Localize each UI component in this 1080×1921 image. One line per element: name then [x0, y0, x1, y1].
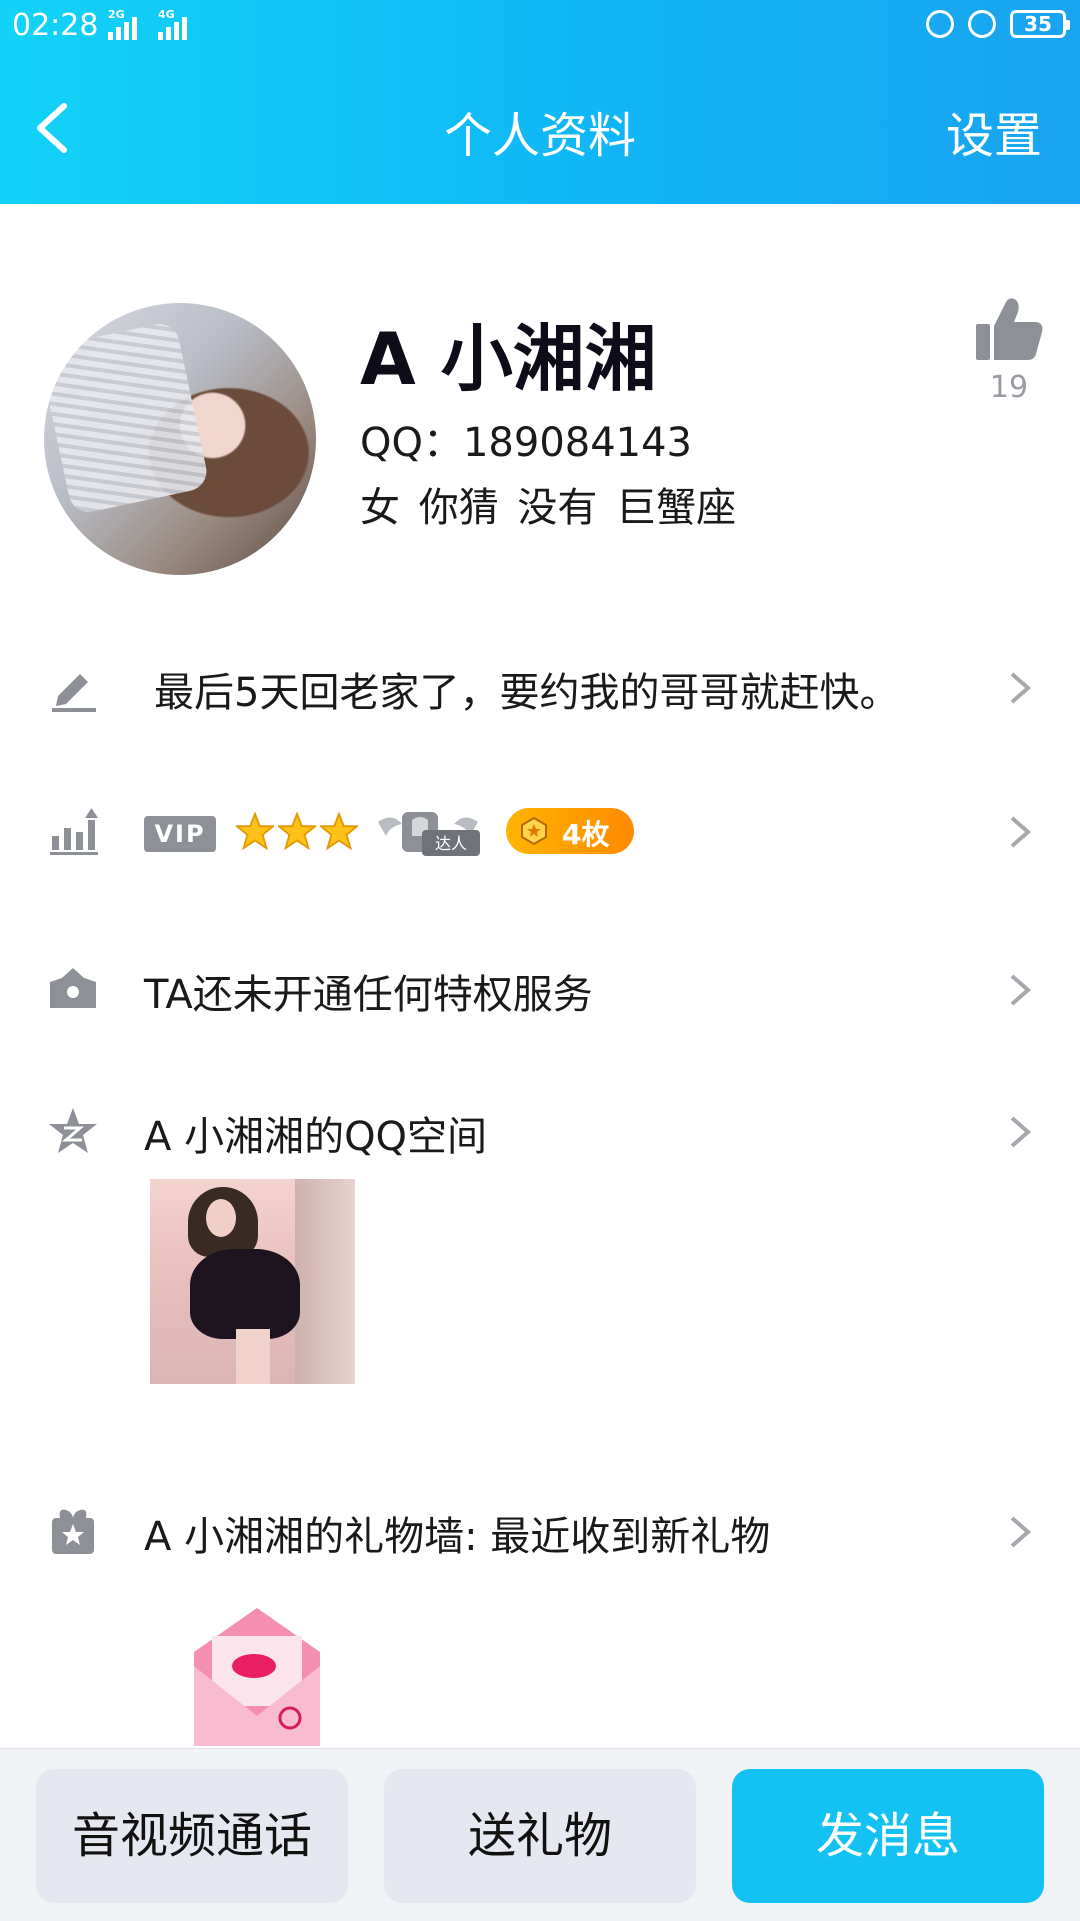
avatar[interactable]	[44, 303, 316, 575]
daren-badge-icon: 达人	[378, 812, 480, 856]
signal-icon: 4G	[158, 8, 200, 40]
video-call-button[interactable]: 音视频通话	[36, 1769, 348, 1903]
qzone-photo[interactable]	[150, 1179, 355, 1384]
chevron-right-icon	[1010, 974, 1032, 1006]
lock-rotation-icon	[926, 10, 954, 38]
level-row[interactable]: VIP 达人 4枚	[0, 780, 1080, 880]
star-icon	[278, 812, 316, 850]
daren-label: 达人	[435, 834, 467, 853]
network-indicators: 2G 4G	[108, 8, 200, 40]
alarm-icon	[968, 10, 996, 38]
medal-count: 4枚	[562, 818, 610, 851]
profile-info: 女 你猜 没有 巨蟹座	[360, 485, 737, 531]
level-chart-icon	[50, 808, 98, 855]
qzone-star-icon	[49, 1108, 97, 1153]
thumbs-up-icon[interactable]	[974, 296, 1044, 362]
signature-text: 最后5天回老家了，要约我的哥哥就赶快。	[154, 670, 900, 716]
send-message-button[interactable]: 发消息	[732, 1769, 1044, 1903]
level-stars	[236, 812, 358, 850]
qzone-text: A 小湘湘的QQ空间	[144, 1114, 488, 1160]
battery-icon: 35	[1010, 10, 1070, 38]
chevron-right-icon	[1010, 672, 1032, 704]
love-letter-gift-icon[interactable]	[192, 1606, 322, 1746]
star-icon	[320, 812, 358, 850]
chevron-right-icon	[1010, 1116, 1032, 1148]
signal-icon: 2G	[108, 8, 150, 40]
qzone-row[interactable]: A 小湘湘的QQ空间	[0, 1080, 1080, 1180]
bottom-action-bar: 音视频通话 送礼物 发消息	[0, 1748, 1080, 1921]
send-gift-button[interactable]: 送礼物	[384, 1769, 696, 1903]
privilege-row[interactable]: TA还未开通任何特权服务	[0, 938, 1080, 1038]
privilege-text: TA还未开通任何特权服务	[144, 972, 593, 1018]
crown-icon	[50, 968, 96, 1008]
status-time: 02:28	[12, 8, 99, 43]
header-bar: 02:28 2G 4G 35 个人资料 设置	[0, 0, 1080, 204]
like-count: 19	[989, 370, 1029, 405]
profile-name: A 小湘湘	[360, 317, 657, 401]
gift-box-icon	[52, 1509, 94, 1554]
status-right: 35	[926, 10, 1070, 38]
pencil-icon	[52, 674, 96, 712]
chevron-right-icon	[1010, 816, 1032, 848]
star-icon	[236, 812, 274, 850]
settings-button[interactable]: 设置	[946, 96, 1042, 166]
gift-wall-row[interactable]: A 小湘湘的礼物墙: 最近收到新礼物	[0, 1480, 1080, 1580]
chevron-right-icon	[1010, 1516, 1032, 1548]
page-title: 个人资料	[443, 108, 636, 164]
medal-badge[interactable]: 4枚	[506, 808, 634, 854]
qq-number: QQ：189084143	[360, 420, 693, 466]
medal-hex-icon	[521, 817, 547, 845]
signature-row[interactable]: 最后5天回老家了，要约我的哥哥就赶快。	[0, 636, 1080, 736]
vip-badge: VIP	[144, 816, 216, 852]
gift-wall-text: A 小湘湘的礼物墙: 最近收到新礼物	[144, 1514, 771, 1560]
